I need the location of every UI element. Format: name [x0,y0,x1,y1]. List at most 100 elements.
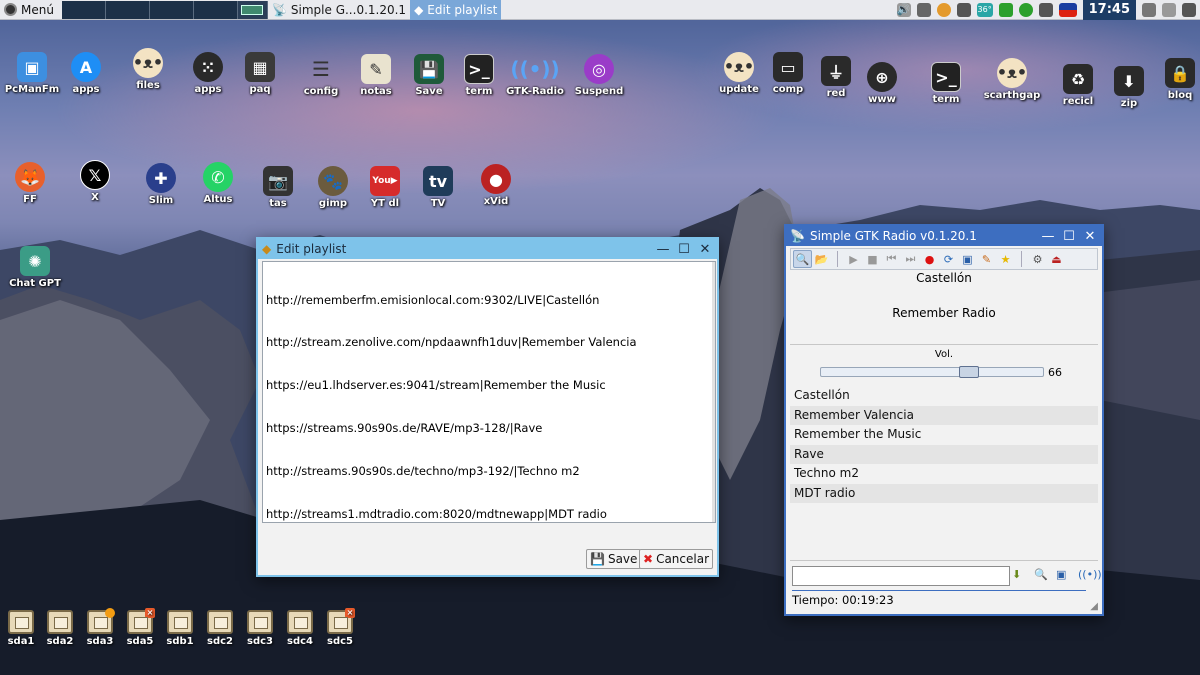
workspace-pager[interactable] [61,0,268,20]
drive-sdc3[interactable]: sdc3 [241,610,279,647]
download-icon[interactable]: ⬇ [1012,568,1021,581]
drive-sda1[interactable]: sda1 [2,610,40,647]
desktop-icon-suspend[interactable]: ◎ Suspend [569,54,629,97]
search-icon[interactable]: 🔍 [793,250,812,268]
cancel-label: Cancelar [656,552,710,566]
stream-icon[interactable]: ((•)) [1078,568,1102,581]
save-station-icon[interactable]: ▣ [1056,568,1066,581]
desktop-icon-term[interactable]: >_ term [449,54,509,97]
workspace-2[interactable] [105,0,150,19]
minimize-button[interactable]: — [655,241,671,257]
user-icon[interactable] [916,2,931,17]
station-list-item[interactable]: Remember the Music [790,425,1098,444]
desktop-icon-paq[interactable]: ▦ paq [230,52,290,95]
maximize-button[interactable]: ☐ [676,241,692,257]
close-button[interactable]: ✕ [1082,228,1098,244]
record-icon[interactable]: ● [920,250,939,268]
menu-logo-icon [4,3,17,16]
station-list-item[interactable]: MDT radio [790,484,1098,503]
clipboard-icon[interactable] [1162,2,1176,17]
desktop-icon-pcmanfm[interactable]: ▣ PcManFm [2,52,62,95]
drive-label: sdc5 [327,636,353,647]
edit-icon[interactable]: ✎ [977,250,996,268]
previous-icon[interactable]: ⏮ [882,250,901,268]
desktop-icon-apps-grid[interactable]: ⁙ apps [178,52,238,95]
edit-playlist-titlebar[interactable]: ◆ Edit playlist — ☐ ✕ [258,239,717,259]
workspace-5[interactable] [237,0,268,19]
desktop-icon-chatgpt[interactable]: ✺ Chat GPT [5,246,65,289]
close-button[interactable]: ✕ [697,241,713,257]
disk-icon[interactable] [936,2,951,17]
desktop-icon-slim[interactable]: ✚ Slim [131,163,191,206]
desktop-icon-bloq[interactable]: 🔒 bloq [1150,58,1200,101]
desktop-icon-scarthgap[interactable]: •ᴥ• scarthgap [982,58,1042,101]
workspace-4[interactable] [193,0,238,19]
desktop-icon-xvid[interactable]: ● xVid [466,164,526,207]
menu-button[interactable]: Menú [0,0,58,20]
battery-icon[interactable] [956,2,971,17]
find-icon[interactable]: 🔍 [1034,568,1048,581]
desktop-icon-gimp[interactable]: 🐾 gimp [303,166,363,209]
drive-sdc5[interactable]: × sdc5 [321,608,359,647]
updates-icon[interactable] [1018,2,1033,17]
play-icon[interactable]: ▶ [844,250,863,268]
desktop-icon-x[interactable]: 𝕏 X [65,160,125,203]
station-list-item[interactable]: Castellón [790,386,1098,405]
maximize-button[interactable]: ☐ [1061,228,1077,244]
station-list-item[interactable]: Rave [790,445,1098,464]
drive-sdc2[interactable]: sdc2 [201,610,239,647]
drive-sdb1[interactable]: sdb1 [161,610,199,647]
desktop-icon-tv[interactable]: tv TV [408,166,468,209]
desktop-icon-altus[interactable]: ✆ Altus [188,162,248,205]
drive-sda2[interactable]: sda2 [41,610,79,647]
drive-icon [207,610,233,634]
volume-slider[interactable] [820,366,1044,378]
desktop-icon-files[interactable]: •ᴥ• files [118,48,178,91]
power-icon[interactable] [1182,2,1196,17]
open-folder-icon[interactable]: 📂 [812,250,831,268]
task-edit-playlist[interactable]: ◆ Edit playlist [410,0,502,20]
station-list-item[interactable]: Techno m2 [790,464,1098,483]
desktop-icon-notas[interactable]: ✎ notas [346,54,406,97]
desktop-icon-term-right[interactable]: >_ term [916,62,976,105]
resize-grip-icon[interactable]: ◢ [1090,601,1098,612]
next-icon[interactable]: ⏭ [901,250,920,268]
network-icon[interactable] [998,2,1013,17]
screenshot-icon[interactable] [1142,2,1156,17]
drive-sda3[interactable]: sda3 [81,608,119,647]
task-gtk-radio[interactable]: 📡 Simple G...0.1.20.1 [268,0,410,20]
desktop-icon-firefox[interactable]: 🦊 FF [0,162,60,205]
volume-icon[interactable]: 🔊 [896,2,911,17]
drive-sdc4[interactable]: sdc4 [281,610,319,647]
icon-label: zip [1120,98,1138,109]
workspace-3[interactable] [149,0,194,19]
cancel-button[interactable]: ✖ Cancelar [639,549,714,569]
desktop-icon-apps[interactable]: A apps [56,52,116,95]
drive-sda5[interactable]: × sda5 [121,608,159,647]
desktop-icon-config[interactable]: ☰ config [291,54,351,97]
volume-knob[interactable] [958,366,979,378]
clock[interactable]: 17:45 [1082,0,1136,20]
desktop-icon-tas[interactable]: 📷 tas [248,166,308,209]
save-button[interactable]: 💾 Save [586,549,642,569]
quit-icon[interactable]: ⏏ [1047,250,1066,268]
favorite-star-icon[interactable]: ★ [996,250,1015,268]
workspace-1[interactable] [61,0,106,19]
refresh-icon[interactable]: ⟳ [939,250,958,268]
gtk-radio-titlebar[interactable]: 📡 Simple GTK Radio v0.1.20.1 — ☐ ✕ [786,226,1102,246]
desktop-icon-www[interactable]: ⊕ www [852,62,912,105]
station-list-item[interactable]: Remember Valencia [790,406,1098,425]
playlist-textarea[interactable]: http://rememberfm.emisionlocal.com:9302/… [262,261,716,523]
save-icon[interactable]: ▣ [958,250,977,268]
textarea-scrollbar[interactable] [712,262,715,522]
minimize-button[interactable]: — [1040,228,1056,244]
temperature-icon[interactable]: 36° [976,2,993,17]
search-input[interactable] [792,566,1010,586]
settings-icon[interactable]: ⚙ [1028,250,1047,268]
info-divider [790,344,1098,345]
desktop-icon-gtk-radio[interactable]: ((•)) GTK-Radio [505,54,565,97]
stop-icon[interactable]: ■ [863,250,882,268]
keyboard-icon[interactable] [1038,2,1053,17]
flag-icon[interactable] [1058,2,1077,17]
desktop-icon-ytdl[interactable]: You▶ YT dl [355,166,415,209]
